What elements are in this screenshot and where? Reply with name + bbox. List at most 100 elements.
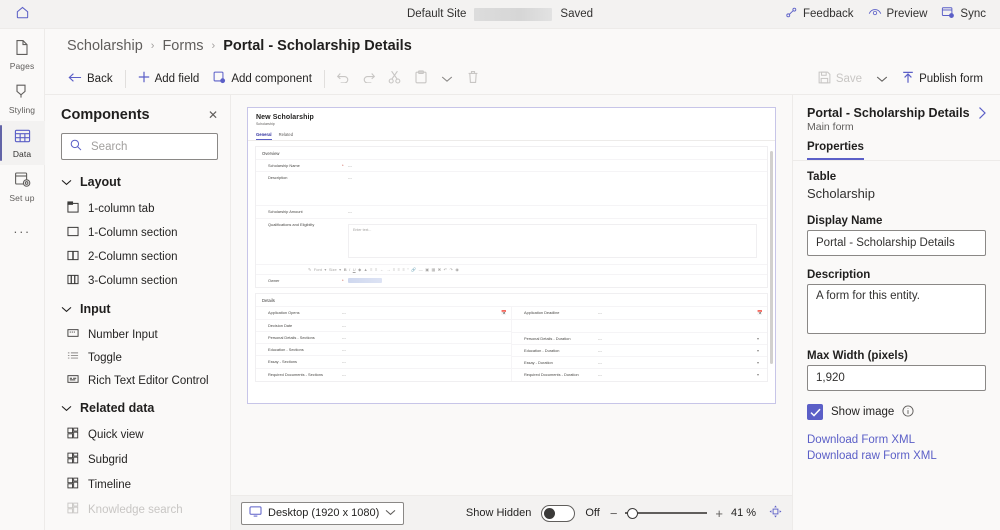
save-button[interactable]: Save — [811, 67, 869, 91]
chevron-down-icon[interactable]: ▾ — [757, 372, 763, 377]
group-header-related-data[interactable]: Related data — [45, 392, 230, 422]
search-box[interactable] — [61, 133, 218, 160]
component-item-1-column-tab[interactable]: 1-column tab — [45, 196, 230, 221]
zoom-slider[interactable] — [625, 506, 707, 520]
breadcrumb-item-scholarship[interactable]: Scholarship — [67, 38, 143, 54]
rte-align-right-icon[interactable]: ≡ — [403, 267, 405, 272]
description-textarea[interactable]: A form for this entity. — [807, 284, 986, 334]
save-options-button[interactable] — [869, 67, 895, 91]
display-name-input[interactable] — [807, 230, 986, 256]
chevron-down-icon[interactable]: ▾ — [757, 360, 763, 365]
fit-to-screen-icon[interactable] — [769, 505, 782, 521]
form-canvas[interactable]: New Scholarship Scholarship General Rela… — [231, 95, 792, 495]
sidebar-item-data[interactable]: Data — [0, 121, 45, 165]
rte-align-left-icon[interactable]: ≡ — [393, 267, 395, 272]
form-field-qualifications-and-eligibilty[interactable]: Qualifications and Eligibilty Enter text… — [256, 218, 767, 264]
component-item-timeline[interactable]: Timeline — [45, 472, 230, 497]
zoom-out-button[interactable]: − — [610, 507, 618, 520]
redo-button[interactable] — [356, 67, 382, 91]
rte-underline-button[interactable]: U — [353, 267, 356, 272]
form-field-scholarship-amount[interactable]: Scholarship Amount --- — [256, 205, 767, 217]
rte-clear-format-icon[interactable]: ✖ — [438, 267, 441, 272]
show-hidden-toggle[interactable] — [541, 505, 575, 522]
sidebar-more-button[interactable]: ··· — [0, 209, 45, 253]
info-icon[interactable] — [902, 405, 914, 420]
component-item-2-column-section[interactable]: 2-Column section — [45, 245, 230, 269]
publish-form-button[interactable]: Publish form — [895, 67, 990, 91]
rte-image-icon[interactable]: ▣ — [425, 267, 429, 272]
rte-undo-icon[interactable]: ↶ — [444, 267, 447, 272]
rte-italic-button[interactable]: I — [349, 267, 350, 272]
form-field-owner[interactable]: Owner * — [256, 274, 767, 287]
zoom-slider-thumb[interactable] — [627, 508, 638, 519]
form-field-application-opens[interactable]: Application Opens --- 📅 — [256, 306, 511, 319]
paste-button[interactable] — [408, 67, 434, 91]
sidebar-item-pages[interactable]: Pages — [0, 33, 45, 77]
feedback-button[interactable]: Feedback — [785, 6, 854, 22]
component-item-rich-text-editor-control[interactable]: Rich Text Editor Control — [45, 369, 230, 392]
show-image-checkbox[interactable] — [807, 404, 823, 420]
rte-bold-button[interactable]: B — [344, 267, 347, 272]
form-field-essay-sections[interactable]: Essay - Sections --- — [256, 355, 511, 367]
component-item-toggle[interactable]: Toggle — [45, 346, 230, 369]
search-input[interactable] — [89, 140, 209, 154]
chevron-down-icon[interactable]: ▾ — [324, 267, 326, 272]
component-item-quick-view[interactable]: Quick view — [45, 422, 230, 447]
form-preview[interactable]: New Scholarship Scholarship General Rela… — [247, 107, 776, 404]
paste-options-button[interactable] — [434, 67, 460, 91]
download-form-xml-link[interactable]: Download Form XML — [807, 434, 986, 446]
add-field-button[interactable]: Add field — [131, 67, 207, 90]
add-component-button[interactable]: Add component — [206, 67, 319, 91]
chevron-down-icon[interactable]: ▾ — [757, 348, 763, 353]
form-field-essay-duration[interactable]: Essay - Duration --- ▾ — [512, 356, 767, 368]
form-field-personal-details-duration[interactable]: Personal Details - Duration --- ▾ — [512, 332, 767, 344]
chevron-down-icon[interactable]: ▾ — [757, 336, 763, 341]
form-field-required-documents-duration[interactable]: Required Documents - Duration --- ▾ — [512, 368, 767, 380]
cut-button[interactable] — [382, 67, 408, 91]
form-tab-related[interactable]: Related — [279, 132, 293, 140]
back-button[interactable]: Back — [61, 68, 120, 90]
form-preview-scrollbar[interactable] — [770, 151, 773, 364]
preview-button[interactable]: Preview — [868, 6, 928, 22]
rte-more-icon[interactable]: ◉ — [455, 267, 459, 272]
rte-align-center-icon[interactable]: ≡ — [398, 267, 400, 272]
form-field-required-documents-sections[interactable]: Required Documents - Sections --- — [256, 368, 511, 380]
max-width-input[interactable] — [807, 365, 986, 391]
rte-table-icon[interactable]: ▦ — [431, 267, 435, 272]
rte-outdent-icon[interactable]: ← — [380, 267, 384, 272]
component-item-subgrid[interactable]: Subgrid — [45, 447, 230, 472]
component-item-number-input[interactable]: Number Input — [45, 323, 230, 346]
chevron-down-icon[interactable]: ▾ — [339, 267, 341, 272]
download-raw-form-xml-link[interactable]: Download raw Form XML — [807, 450, 986, 462]
form-field-scholarship-name[interactable]: Scholarship Name * --- — [256, 159, 767, 171]
breadcrumb-item-forms[interactable]: Forms — [162, 38, 203, 54]
rte-format-painter-icon[interactable]: ✎ — [308, 267, 311, 272]
rich-text-editor-area[interactable]: Enter text... — [348, 224, 757, 258]
rte-indent-icon[interactable]: → — [386, 267, 390, 272]
calendar-icon[interactable]: 📅 — [757, 310, 763, 316]
home-button[interactable] — [0, 0, 45, 29]
group-header-input[interactable]: Input — [45, 293, 230, 323]
form-section-overview[interactable]: Overview Scholarship Name * --- Descript… — [255, 146, 768, 288]
component-item-3-column-section[interactable]: 3-Column section — [45, 269, 230, 293]
sync-button[interactable]: Sync — [941, 6, 986, 22]
close-icon[interactable]: ✕ — [208, 109, 218, 121]
rte-font-select[interactable]: Font — [314, 267, 322, 272]
rte-font-color-icon[interactable]: ▲ — [364, 267, 368, 272]
rte-size-select[interactable]: Size — [329, 267, 337, 272]
form-section-details[interactable]: Details Application Opens --- 📅 — [255, 293, 768, 382]
calendar-icon[interactable]: 📅 — [501, 310, 507, 316]
rte-bullet-list-icon[interactable]: ≡ — [370, 267, 372, 272]
sidebar-item-styling[interactable]: Styling — [0, 77, 45, 121]
device-size-select[interactable]: Desktop (1920 x 1080) — [241, 502, 404, 525]
rte-redo-icon[interactable]: ↷ — [449, 267, 452, 272]
rte-quote-icon[interactable]: ” — [407, 267, 408, 272]
chevron-right-icon[interactable] — [977, 106, 988, 122]
rich-text-editor-toolbar[interactable]: ✎ Font ▾ Size ▾ B I U ◆ ▲ — [256, 264, 767, 274]
rte-hr-icon[interactable]: — — [419, 267, 423, 272]
group-header-layout[interactable]: Layout — [45, 166, 230, 196]
zoom-in-button[interactable]: + — [715, 507, 723, 520]
rte-highlight-icon[interactable]: ◆ — [358, 267, 361, 272]
form-field-education-sections[interactable]: Education - Sections --- — [256, 343, 511, 355]
form-field-application-deadline[interactable]: Application Deadline --- 📅 — [512, 306, 767, 319]
